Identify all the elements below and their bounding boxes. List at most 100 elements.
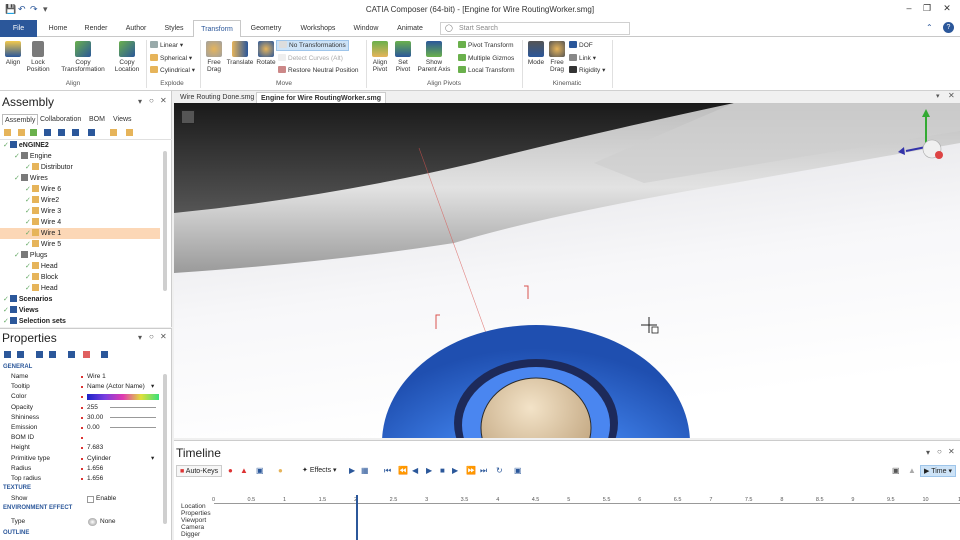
- pencil-icon[interactable]: [83, 351, 90, 358]
- local-transform-button[interactable]: Local Transform: [458, 66, 515, 75]
- visibility-check-icon[interactable]: ✓: [14, 175, 20, 182]
- tab-assembly[interactable]: Assembly: [2, 114, 39, 125]
- property-value[interactable]: Cylinder: [87, 454, 111, 464]
- visibility-check-icon[interactable]: ✓: [25, 230, 31, 237]
- visibility-check-icon[interactable]: ✓: [3, 142, 9, 149]
- assembly-tool-icon[interactable]: [4, 129, 11, 136]
- timeline-track-label[interactable]: Viewport: [181, 517, 206, 524]
- minimize-icon[interactable]: –: [902, 3, 916, 13]
- tree-item[interactable]: ✓ Wire 6: [0, 184, 160, 195]
- visibility-check-icon[interactable]: ✓: [25, 164, 31, 171]
- visibility-check-icon[interactable]: ✓: [25, 197, 31, 204]
- kinematic-mode-button[interactable]: Mode: [525, 41, 547, 66]
- assembly-tool-icon[interactable]: [44, 129, 51, 136]
- dropdown-arrow-icon[interactable]: ▾: [151, 454, 154, 464]
- tab-workshops[interactable]: Workshops: [296, 20, 340, 37]
- category-environment[interactable]: ENVIRONMENT EFFECT: [3, 505, 72, 511]
- assembly-tool-icon[interactable]: [18, 129, 25, 136]
- search-input[interactable]: ◯ Start Search: [440, 22, 630, 35]
- assembly-tool-icon[interactable]: [110, 129, 117, 136]
- doc-close-icon[interactable]: ✕: [948, 91, 955, 100]
- assembly-tool-icon[interactable]: [126, 129, 133, 136]
- tab-animate[interactable]: Animate: [392, 20, 428, 37]
- time-cursor[interactable]: [356, 495, 359, 540]
- align-pivot-button[interactable]: Align Pivot: [369, 41, 391, 73]
- restore-icon[interactable]: ❐: [920, 3, 934, 14]
- assembly-tool-icon[interactable]: [58, 129, 65, 136]
- tree-item[interactable]: ✓ Head: [0, 261, 160, 272]
- tab-transform[interactable]: Transform: [193, 20, 241, 38]
- copy-location-button[interactable]: Copy Location: [108, 41, 146, 73]
- linear-explode-button[interactable]: Linear ▾: [150, 41, 183, 50]
- translate-button[interactable]: Translate: [225, 41, 255, 66]
- property-value[interactable]: 255: [87, 403, 98, 413]
- timeline-track-label[interactable]: Digger: [181, 531, 200, 538]
- tree-item[interactable]: ✓ Wire 4: [0, 217, 160, 228]
- assembly-tool-icon[interactable]: [72, 129, 79, 136]
- visibility-check-icon[interactable]: ✓: [25, 241, 31, 248]
- rotate-button[interactable]: Rotate: [254, 41, 278, 66]
- timeline-track-label[interactable]: Camera: [181, 524, 204, 531]
- tree-item[interactable]: ✓ Head: [0, 283, 160, 294]
- property-tool-icon[interactable]: [101, 351, 108, 358]
- copy-transformation-button[interactable]: Copy Transformation: [55, 41, 111, 73]
- property-value[interactable]: Wire 1: [87, 372, 106, 382]
- category-texture[interactable]: TEXTURE: [3, 485, 31, 491]
- cylindrical-explode-button[interactable]: Cylindrical ▾: [150, 66, 195, 75]
- timeline-track-label[interactable]: Location: [181, 503, 206, 510]
- no-transformations-button[interactable]: No Transformations: [276, 40, 349, 51]
- tab-collaboration[interactable]: Collaboration: [40, 114, 81, 125]
- tree-item[interactable]: ✓ Block: [0, 272, 160, 283]
- visibility-check-icon[interactable]: ✓: [25, 263, 31, 270]
- tab-geometry[interactable]: Geometry: [246, 20, 286, 37]
- tab-bom[interactable]: BOM: [89, 114, 105, 125]
- tree-item[interactable]: ✓ Selection sets: [0, 316, 160, 327]
- tree-item[interactable]: ✓ Plugs: [0, 250, 160, 261]
- visibility-check-icon[interactable]: ✓: [25, 219, 31, 226]
- free-drag-button[interactable]: Free Drag: [203, 41, 225, 73]
- panel-menu-icon[interactable]: ▾: [138, 333, 142, 342]
- property-value[interactable]: 1.656: [87, 474, 103, 484]
- doc-tab-wire-routing-done[interactable]: Wire Routing Done.smg: [176, 92, 258, 103]
- align-button[interactable]: Align: [2, 41, 24, 66]
- ribbon-collapse-icon[interactable]: ⌃: [926, 23, 933, 32]
- visibility-check-icon[interactable]: ✓: [14, 153, 20, 160]
- panel-menu-icon[interactable]: ▾: [138, 97, 142, 106]
- property-tool-icon[interactable]: [49, 351, 56, 358]
- tab-file[interactable]: File: [0, 20, 37, 37]
- tree-item[interactable]: ✓ Distributor: [0, 162, 160, 173]
- properties-close-icon[interactable]: ✕: [160, 332, 167, 341]
- dropdown-arrow-icon[interactable]: ▾: [151, 382, 154, 392]
- environment-type-select[interactable]: None: [100, 517, 116, 527]
- rigidity-button[interactable]: Rigidity ▾: [569, 66, 605, 75]
- visibility-check-icon[interactable]: ✓: [3, 307, 9, 314]
- show-parent-axis-button[interactable]: Show Parent Axis: [416, 41, 452, 73]
- set-pivot-button[interactable]: Set Pivot: [392, 41, 414, 73]
- property-value[interactable]: 1.656: [87, 464, 103, 474]
- property-value[interactable]: Name (Actor Name): [87, 382, 145, 392]
- pin-icon[interactable]: ○: [149, 96, 154, 105]
- assembly-close-icon[interactable]: ✕: [160, 96, 167, 105]
- tab-window[interactable]: Window: [350, 20, 382, 37]
- tab-author[interactable]: Author: [120, 20, 152, 37]
- 3d-viewport[interactable]: [174, 103, 960, 438]
- tree-item[interactable]: ✓ Wire 1: [0, 228, 160, 239]
- assembly-tool-icon[interactable]: [88, 129, 95, 136]
- property-value[interactable]: 0.00: [87, 423, 100, 433]
- category-general[interactable]: GENERAL: [3, 364, 32, 370]
- visibility-check-icon[interactable]: ✓: [25, 285, 31, 292]
- tree-item[interactable]: ✓ Wire 5: [0, 239, 160, 250]
- visibility-check-icon[interactable]: ✓: [3, 296, 9, 303]
- tree-item[interactable]: ✓ Scenarios: [0, 294, 160, 305]
- kinematic-free-drag-button[interactable]: Free Drag: [546, 41, 568, 73]
- restore-neutral-button[interactable]: Restore Neutral Position: [278, 66, 358, 75]
- doc-menu-icon[interactable]: ▾: [936, 92, 940, 100]
- tree-item[interactable]: ✓ Views: [0, 305, 160, 316]
- close-icon[interactable]: ✕: [940, 3, 954, 14]
- categorized-icon[interactable]: [4, 351, 11, 358]
- property-tool-icon[interactable]: [68, 351, 75, 358]
- visibility-check-icon[interactable]: ✓: [25, 274, 31, 281]
- tab-render[interactable]: Render: [80, 20, 112, 37]
- dof-button[interactable]: DOF: [569, 41, 593, 50]
- spherical-explode-button[interactable]: Spherical ▾: [150, 54, 192, 63]
